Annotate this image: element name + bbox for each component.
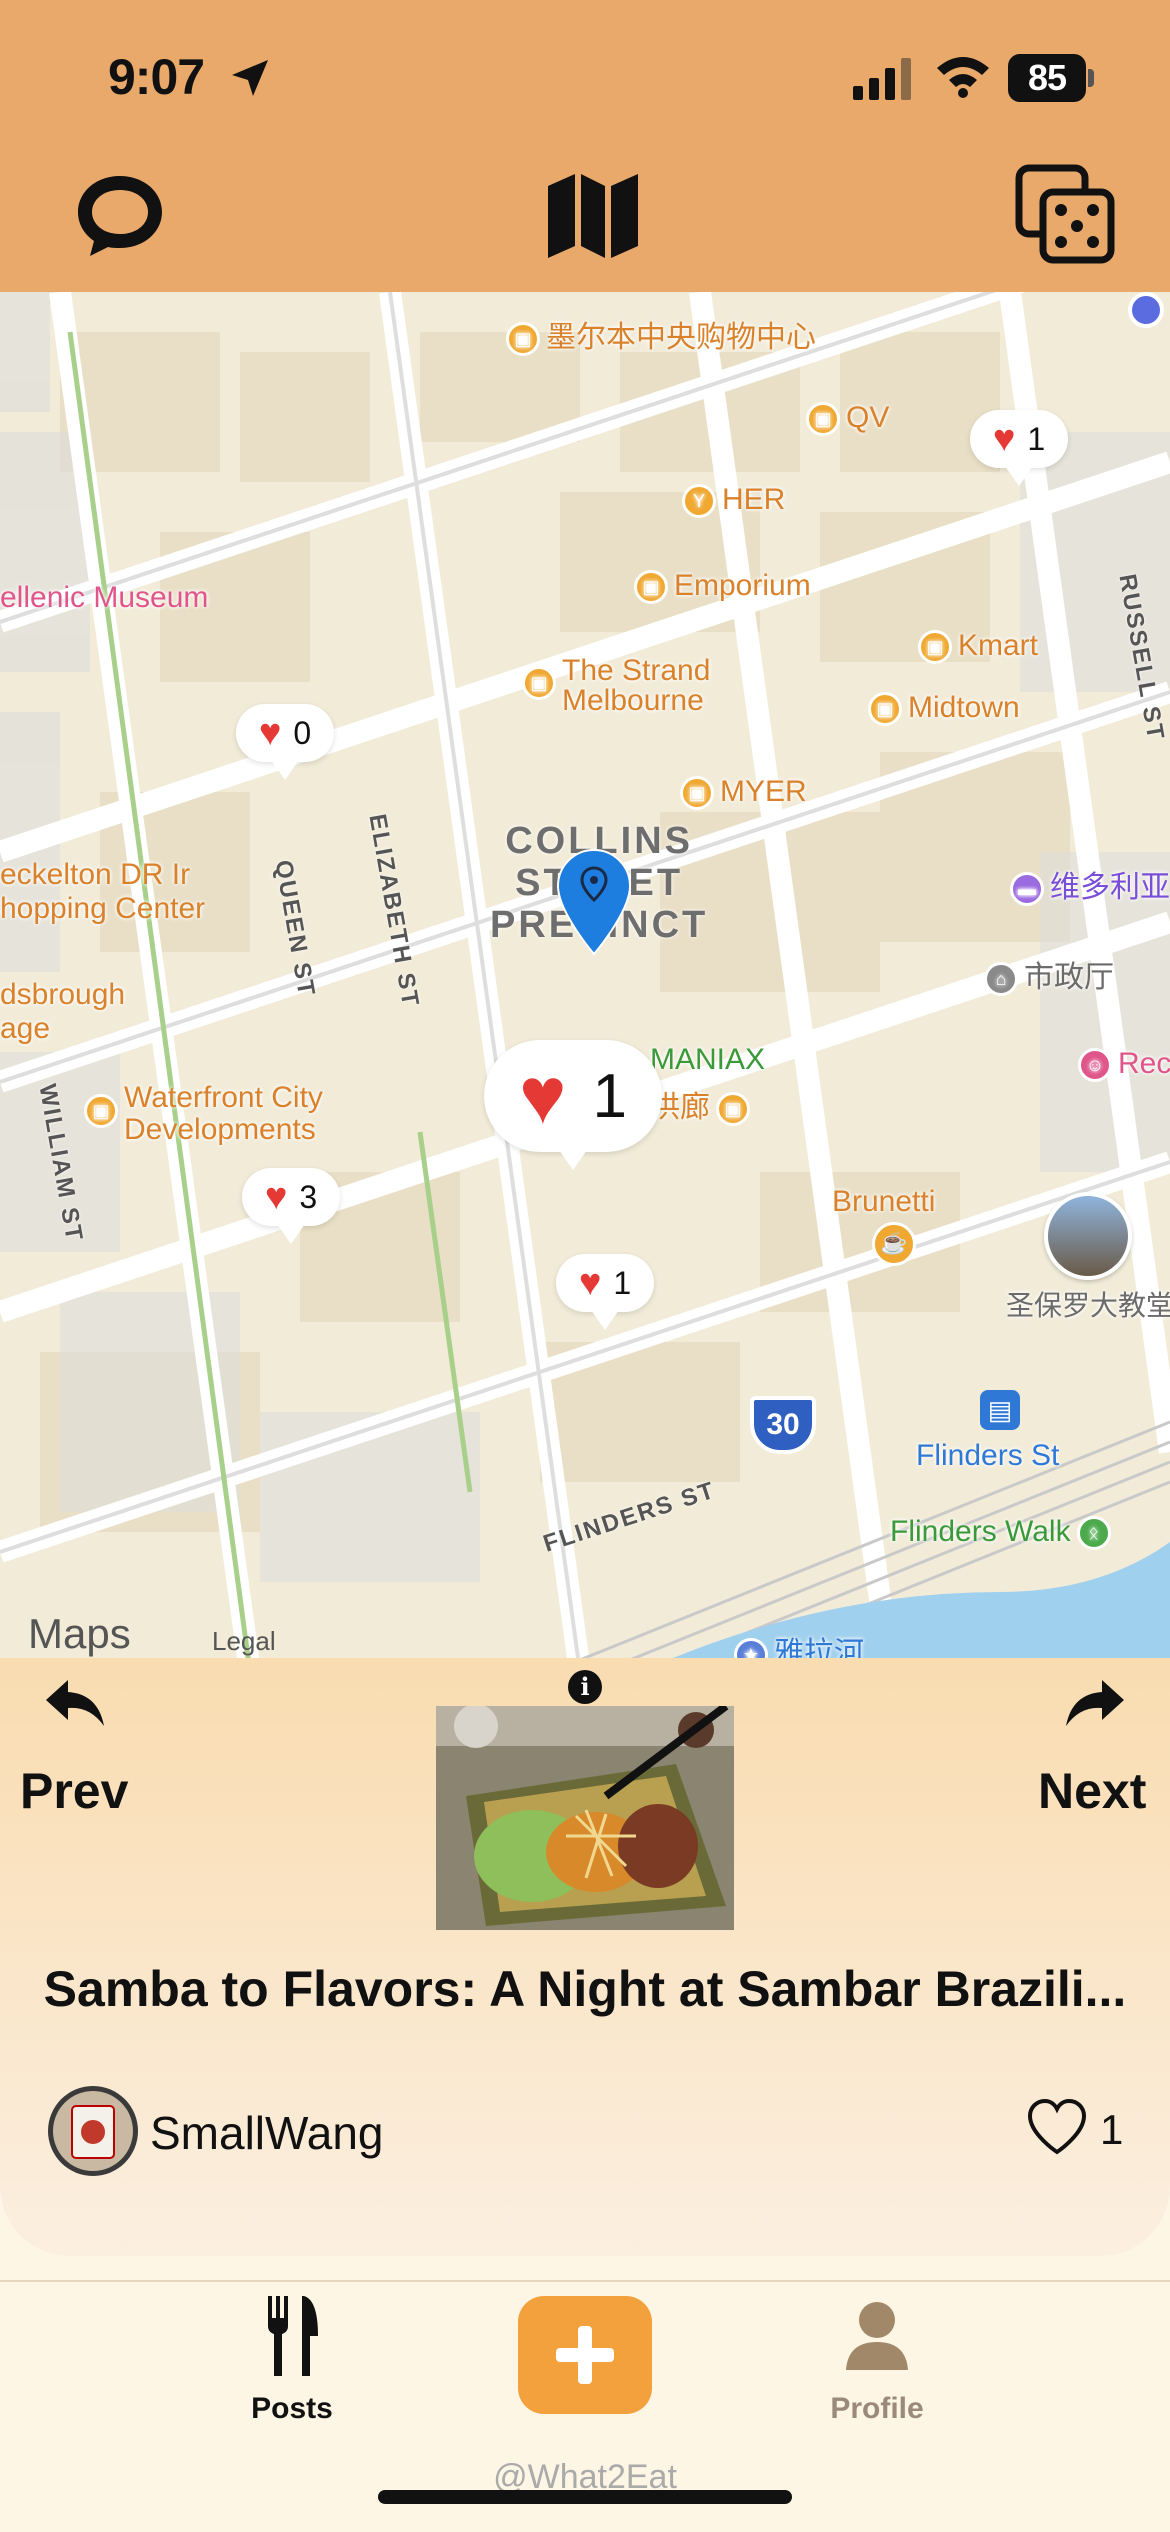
heart-icon: ♥ [519,1051,567,1140]
poi-flinders-walk[interactable]: Flinders Walk ᛟ [890,1516,1117,1551]
poi-qv[interactable]: ▣ QV [806,402,889,437]
post-marker[interactable]: ♥ 0 [236,704,334,780]
shopping-bag-icon: ▣ [634,570,668,605]
shopping-bag-icon: ▣ [868,692,902,727]
poi-kmart[interactable]: ▣ Kmart [918,630,1038,665]
home-indicator[interactable] [378,2490,792,2504]
location-pin-icon[interactable] [556,848,632,958]
poi-her[interactable]: Y HER [682,484,785,519]
poi-maniax[interactable]: MANIAX [650,1044,765,1076]
shopping-bag-icon: ▣ [716,1092,750,1127]
post-marker-selected[interactable]: ♥ 1 [484,1040,662,1170]
prev-arrow-icon[interactable] [42,1676,108,1730]
heart-icon: ♥ [258,712,282,754]
shopping-bag-icon: ▣ [84,1094,118,1128]
plus-icon [556,2326,614,2384]
cocktail-icon: Y [682,484,716,519]
battery-level: 85 [1008,54,1086,102]
poi-goldsbrough[interactable]: dsbrough age [0,978,125,1046]
shopping-bag-icon: ▣ [680,776,714,811]
cathedral-photo-icon[interactable] [1044,1192,1132,1280]
route-shield: 30 [750,1396,816,1454]
shopping-bag-icon: ▣ [918,630,952,665]
dice-icon[interactable] [1015,164,1115,264]
shopping-bag-icon: ▣ [506,322,540,357]
poi-brunetti[interactable]: Brunetti [832,1186,935,1218]
marker-tail [277,1224,305,1244]
poi-theatre[interactable]: ☺ Rec [1078,1048,1170,1083]
next-arrow-icon[interactable] [1062,1676,1128,1730]
poi-the-strand[interactable]: ▣ The Strand Melbourne [522,656,710,716]
map-icon[interactable] [543,164,643,264]
map-view[interactable]: ▣ 墨尔本中央购物中心 ▣ QV Y HER ▣ Emporium ▣ Kmart ▣ Th… [0,292,1170,1672]
apple-maps-attribution[interactable]: Maps [28,1610,131,1658]
post-marker[interactable]: ♥ 1 [970,410,1068,486]
landmark-icon: ⌂ [984,962,1018,997]
marker-tail [1005,466,1033,486]
poi-hellenic-museum[interactable]: ellenic Museum [0,582,208,614]
cellular-signal-icon [853,58,911,100]
train-icon: ▤ [980,1390,1020,1430]
battery-tip [1088,69,1094,87]
marker-tail [271,760,299,780]
bed-icon: ▬ [1010,872,1044,907]
battery-indicator: 85 [1008,54,1094,102]
poi-emporium[interactable]: ▣ Emporium [634,570,811,605]
poi-melbourne-central[interactable]: ▣ 墨尔本中央购物中心 [506,322,816,357]
poi-midtown[interactable]: ▣ Midtown [868,692,1020,727]
shopping-bag-icon: ▣ [522,666,556,700]
fork-knife-icon[interactable] [264,2296,320,2376]
poi-arcade[interactable]: 拱廊 ▣ [650,1092,756,1127]
tab-profile[interactable]: Profile [810,2392,944,2426]
person-icon[interactable] [844,2300,910,2370]
walking-icon: ᛟ [1076,1516,1111,1551]
heart-outline-icon[interactable] [1026,2098,1088,2156]
cafe-icon: ☕ [872,1222,916,1266]
tab-posts[interactable]: Posts [230,2392,354,2426]
post-title[interactable]: Samba to Flavors: A Night at Sambar Braz… [0,1960,1170,2018]
poi-shopping-center[interactable]: eckelton DR Ir hopping Center [0,858,205,926]
legal-link[interactable]: Legal [212,1626,276,1657]
poi-st-pauls[interactable]: 圣保罗大教堂 [1006,1290,1170,1322]
add-post-button[interactable] [518,2296,652,2414]
marker-tail [591,1310,619,1330]
location-arrow-icon [232,60,268,96]
like-count: 1 [1100,2106,1124,2153]
poi-hotel[interactable]: ▬ 维多利亚 [1010,872,1170,907]
post-photo[interactable] [436,1706,734,1930]
theatre-mask-icon: ☺ [1078,1048,1112,1083]
author-name[interactable]: SmallWang [150,2106,383,2160]
post-marker[interactable]: ♥ 3 [242,1168,340,1244]
nav-dot-icon [1128,292,1164,328]
poi-flinders-st[interactable]: Flinders St [916,1440,1059,1472]
prev-button[interactable]: Prev [20,1762,128,1820]
marker-tail [559,1150,587,1170]
avatar[interactable] [46,2084,140,2178]
heart-icon: ♥ [264,1176,288,1218]
status-time: 9:07 [108,49,205,105]
post-marker[interactable]: ♥ 1 [556,1254,654,1330]
next-button[interactable]: Next [1038,1762,1146,1820]
poi-town-hall[interactable]: ⌂ 市政厅 [984,962,1114,997]
heart-icon: ♥ [578,1262,602,1304]
heart-icon: ♥ [992,418,1016,460]
wifi-icon [937,57,989,98]
poi-myer[interactable]: ▣ MYER [680,776,807,811]
poi-waterfront-city[interactable]: ▣ Waterfront City Developments [84,1082,323,1146]
shopping-bag-icon: ▣ [806,402,840,437]
chat-bubble-icon[interactable] [70,164,170,264]
info-icon[interactable]: i [568,1670,602,1704]
